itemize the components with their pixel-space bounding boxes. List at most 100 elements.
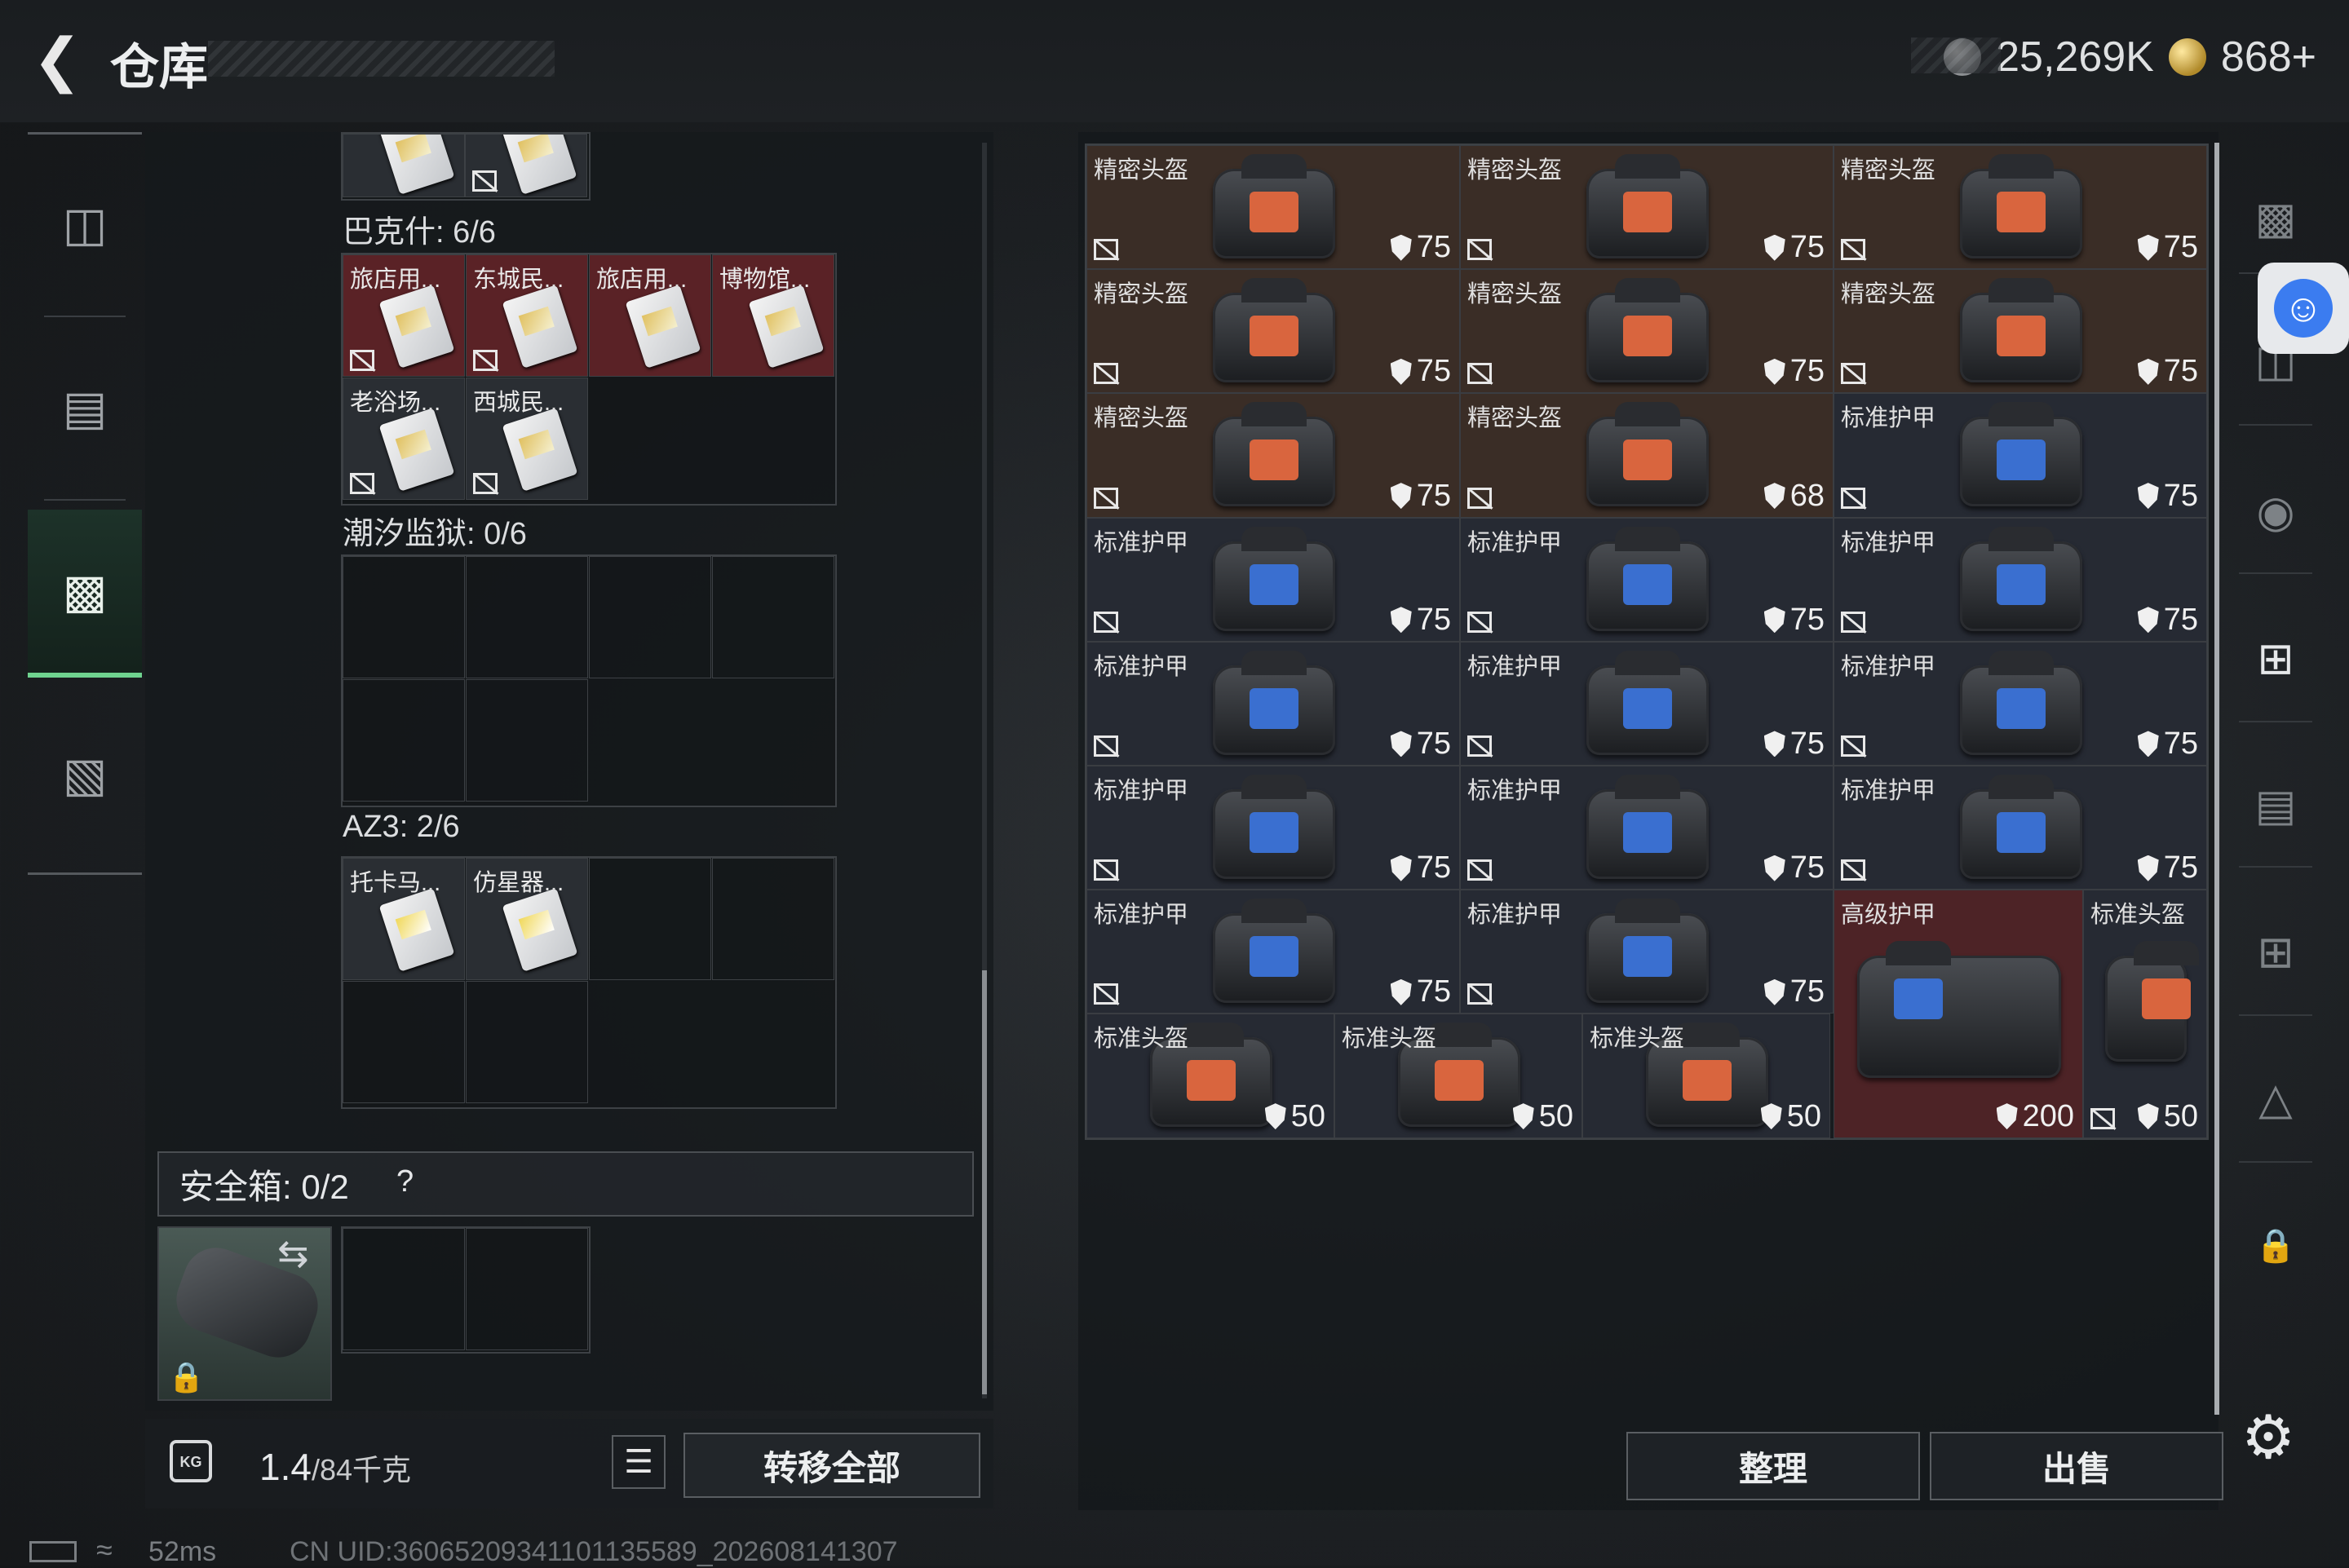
stash-item[interactable]: 标准护甲 75 (1460, 890, 1834, 1014)
card-slot[interactable] (343, 134, 465, 197)
item-durability: 75 (1390, 354, 1451, 389)
ping-display: 52ms (148, 1536, 217, 1567)
stash-item[interactable]: 标准头盔 50 (1334, 1014, 1582, 1138)
stash-item[interactable]: 标准护甲 75 (1086, 517, 1460, 642)
helmet-icon (1586, 154, 1709, 258)
transfer-all-button[interactable]: 转移全部 (683, 1433, 980, 1498)
keycard-slot[interactable]: 托卡马... (343, 858, 465, 980)
section-label-prison: 潮汐监狱: 0/6 (343, 517, 527, 551)
armor-vest-icon (1586, 650, 1709, 755)
armor-slot[interactable]: ◉ (2227, 466, 2325, 556)
empty-slot[interactable] (712, 556, 834, 678)
left-scroll-thumb[interactable] (982, 970, 987, 1394)
weapons-tab[interactable]: ◫ (28, 143, 142, 306)
swap-icon[interactable]: ⇆ (277, 1231, 309, 1275)
shield-icon (1390, 978, 1412, 1005)
no-insure-icon (1094, 363, 1118, 385)
stash-item[interactable]: 标准护甲 75 (1460, 766, 1834, 890)
stash-item[interactable]: 标准头盔 50 (1582, 1014, 1830, 1138)
backpack-add-slot[interactable]: ⊞ (2227, 613, 2325, 703)
item-durability: 75 (1763, 974, 1825, 1009)
list-view-button[interactable]: ☰ (612, 1435, 666, 1489)
stash-item[interactable]: 标准头盔 50 (1086, 1014, 1334, 1138)
keycard-slot[interactable]: 旅店用... (343, 254, 465, 377)
empty-slot[interactable] (466, 1228, 588, 1350)
empty-slot[interactable] (343, 1228, 465, 1350)
tools-tab[interactable]: ▧ (28, 693, 142, 856)
shield-icon (2137, 483, 2159, 510)
helmet-icon (1586, 278, 1709, 383)
rig-slot[interactable]: ▤ (2227, 760, 2325, 850)
backpack-tab[interactable]: ▤ (28, 326, 142, 489)
no-insure-icon (1094, 487, 1118, 509)
stash-item[interactable]: 标准护甲 75 (1834, 641, 2207, 766)
empty-slot[interactable] (343, 679, 465, 802)
locked-slot: 🔒 (2227, 1200, 2325, 1290)
item-name: 高级护甲 (1841, 902, 1936, 929)
no-insure-icon (1467, 859, 1492, 881)
stash-item[interactable]: 标准护甲 75 (1834, 393, 2207, 518)
item-durability: 75 (1763, 354, 1825, 389)
stash-item[interactable]: 精密头盔 75 (1834, 269, 2207, 394)
keycard-grid-az3: 托卡马... 仿星器... (341, 856, 837, 1109)
empty-slot[interactable] (712, 858, 834, 980)
stash-item[interactable]: 精密头盔 68 (1460, 393, 1834, 518)
empty-slot[interactable] (466, 679, 588, 802)
accessibility-button[interactable]: ☺ (2258, 263, 2349, 354)
card-slot[interactable] (465, 134, 587, 197)
stash-item[interactable]: 精密头盔 75 (1460, 145, 1834, 270)
stash-item[interactable]: 标准护甲 75 (1460, 641, 1834, 766)
item-durability: 200 (1996, 1099, 2074, 1134)
armor-vest-icon (1213, 650, 1335, 755)
item-name: 标准护甲 (1094, 902, 1189, 929)
keycard-slot[interactable]: 老浴场... (343, 378, 465, 500)
stash-item[interactable]: 精密头盔 75 (1086, 145, 1460, 270)
helmet-slot[interactable]: ▩ (2227, 173, 2325, 263)
item-name: 精密头盔 (1841, 281, 1936, 308)
stash-item[interactable]: 标准护甲 75 (1834, 517, 2207, 642)
gear-icon[interactable]: ⚙ (2241, 1402, 2295, 1473)
empty-slot[interactable] (589, 858, 711, 980)
empty-slot[interactable] (343, 556, 465, 678)
back-arrow-icon[interactable]: ❮ (24, 28, 90, 93)
stash-item[interactable]: 精密头盔 75 (1086, 393, 1460, 518)
item-name: 标准护甲 (1094, 529, 1189, 556)
case-slot[interactable]: △ (2227, 1053, 2325, 1143)
item-durability: 75 (2137, 727, 2198, 762)
stash-item[interactable]: 标准护甲 75 (1460, 517, 1834, 642)
stash-item[interactable]: 标准护甲 75 (1086, 890, 1460, 1014)
empty-slot[interactable] (589, 556, 711, 678)
sell-button[interactable]: 出售 (1930, 1432, 2223, 1500)
stash-item[interactable]: 标准护甲 75 (1086, 641, 1460, 766)
empty-slot[interactable] (466, 981, 588, 1103)
item-name: 标准护甲 (1841, 529, 1936, 556)
stash-item[interactable]: 精密头盔 75 (1834, 145, 2207, 270)
sort-button[interactable]: 整理 (1626, 1432, 1920, 1500)
stash-item[interactable]: 高级护甲 200 (1834, 890, 2083, 1138)
stash-scrollbar[interactable] (2214, 143, 2219, 1415)
equipment-tab[interactable]: ▩ (28, 510, 142, 678)
empty-slot[interactable] (343, 981, 465, 1103)
keycard-slot[interactable]: 仿星器... (466, 858, 588, 980)
item-name: 标准头盔 (1590, 1026, 1685, 1053)
shield-icon (1390, 855, 1412, 881)
keycard-slot[interactable]: 旅店用... (589, 254, 711, 377)
empty-slot[interactable] (466, 556, 588, 678)
no-insure-icon (1841, 859, 1865, 881)
keycard-slot[interactable]: 东城民... (466, 254, 588, 377)
stash-item[interactable]: 标准护甲 75 (1834, 766, 2207, 890)
help-icon[interactable]: ? (396, 1164, 414, 1199)
stash-item[interactable]: 精密头盔 75 (1086, 269, 1460, 394)
stash-item[interactable]: 精密头盔 75 (1460, 269, 1834, 394)
shield-icon (1763, 483, 1785, 510)
keycard-slot[interactable]: 博物馆... (712, 254, 834, 377)
item-name: 标准护甲 (1841, 405, 1936, 432)
medkit-add-slot[interactable]: ⊞ (2227, 907, 2325, 996)
shield-icon (1763, 607, 1785, 634)
stash-item[interactable]: 标准头盔 50 (2083, 890, 2207, 1138)
shield-icon (2137, 731, 2159, 757)
stash-item[interactable]: 标准护甲 75 (1086, 766, 1460, 890)
shield-icon (1763, 234, 1785, 261)
keycard-slot[interactable]: 西城民... (466, 378, 588, 500)
shield-icon (1763, 855, 1785, 881)
